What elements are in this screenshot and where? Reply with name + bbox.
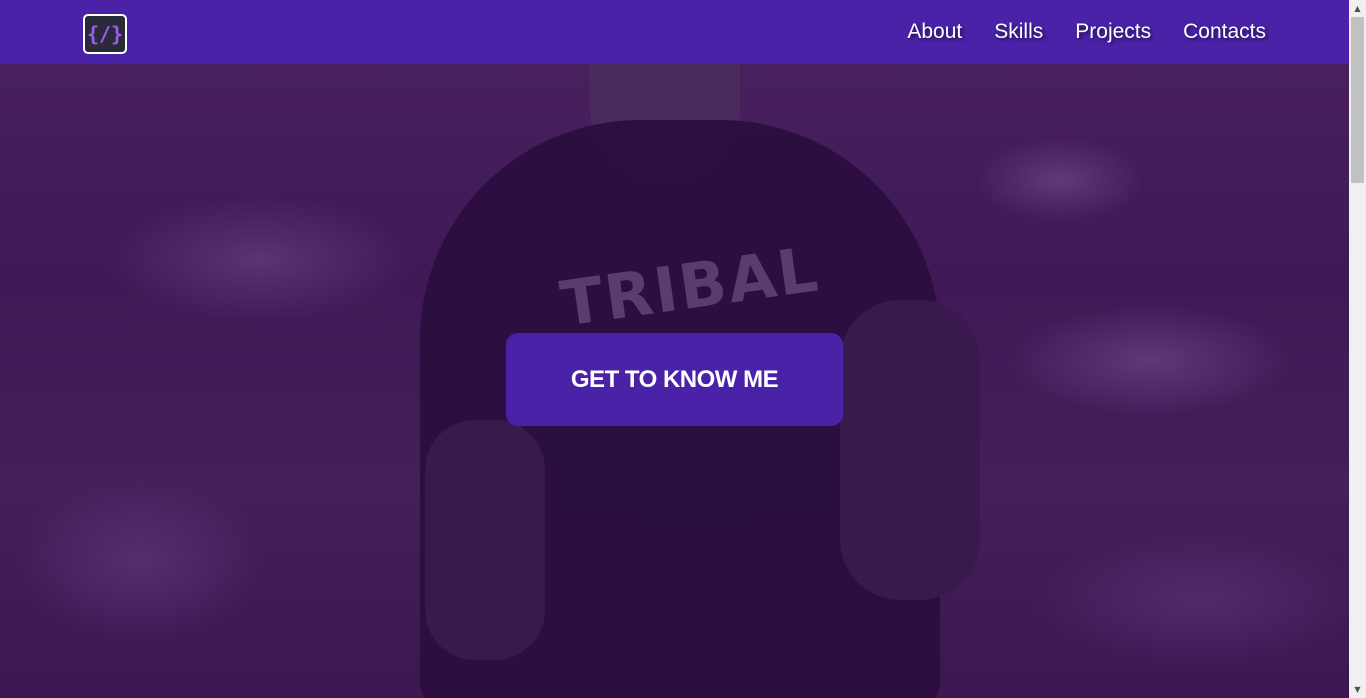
nav-links: About Skills Projects Contacts <box>907 0 1266 64</box>
logo-code-icon[interactable]: {/} <box>83 14 127 54</box>
nav-link-contacts[interactable]: Contacts <box>1183 20 1266 44</box>
vertical-scrollbar[interactable]: ▲ ▼ <box>1349 0 1366 698</box>
page: TRIBAL {/} About Skills Projects Contact… <box>0 0 1349 698</box>
scroll-down-icon[interactable]: ▼ <box>1349 681 1366 698</box>
hero-photo-arm-right <box>840 300 980 600</box>
nav-link-projects[interactable]: Projects <box>1075 20 1151 44</box>
nav-link-skills[interactable]: Skills <box>994 20 1043 44</box>
scroll-up-icon[interactable]: ▲ <box>1349 0 1366 17</box>
get-to-know-me-button[interactable]: GET TO KNOW ME <box>506 333 843 426</box>
nav-link-about[interactable]: About <box>907 20 962 44</box>
hero-photo-arm-left <box>425 420 545 660</box>
scrollbar-thumb[interactable] <box>1351 17 1364 183</box>
navbar: {/} About Skills Projects Contacts <box>0 0 1349 64</box>
